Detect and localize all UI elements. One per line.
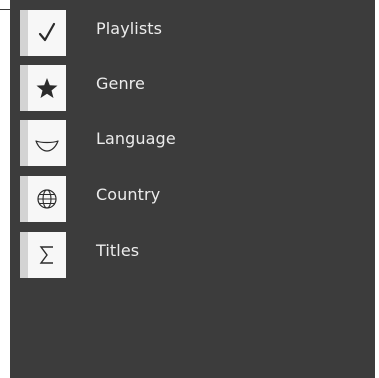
menu-item-country[interactable]: Country: [10, 176, 375, 222]
menu-item-genre[interactable]: Genre: [10, 65, 375, 111]
screen: Playlists Genre Language Country Titles: [0, 0, 379, 378]
menu-item-label: Titles: [96, 241, 140, 260]
globe-icon: [20, 176, 66, 222]
menu-item-label: Language: [96, 129, 176, 148]
menu-item-label: Genre: [96, 74, 145, 93]
menu-item-language[interactable]: Language: [10, 120, 375, 166]
menu-item-titles[interactable]: Titles: [10, 232, 375, 278]
checkmark-icon: [20, 10, 66, 56]
filter-menu-panel: Playlists Genre Language Country Titles: [10, 0, 375, 378]
menu-item-playlists[interactable]: Playlists: [10, 10, 375, 56]
star-icon: [20, 65, 66, 111]
lips-icon: [20, 120, 66, 166]
menu-item-label: Country: [96, 185, 161, 204]
menu-item-label: Playlists: [96, 19, 163, 38]
sigma-icon: [20, 232, 66, 278]
